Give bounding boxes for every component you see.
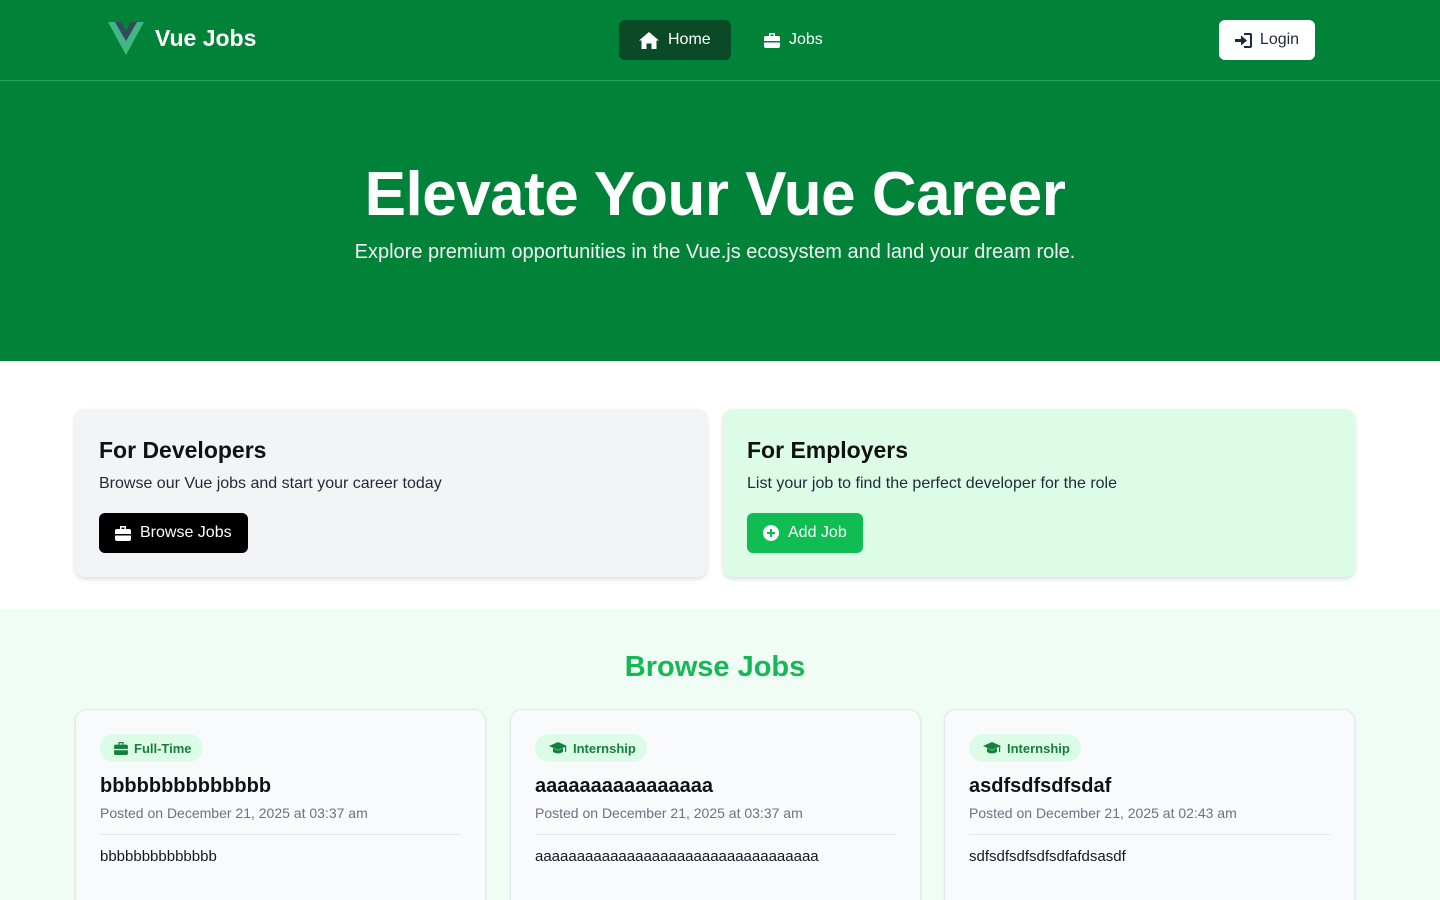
job-description: bbbbbbbbbbbbbb <box>100 848 217 865</box>
job-divider <box>100 834 461 835</box>
job-divider <box>535 834 896 835</box>
brand-name: Vue Jobs <box>155 25 257 51</box>
briefcase-icon <box>114 741 128 755</box>
employers-card: For Employers List your job to find the … <box>723 409 1355 577</box>
job-card[interactable]: Internship aaaaaaaaaaaaaaaa Posted on De… <box>510 709 921 900</box>
home-icon <box>639 31 659 49</box>
job-card[interactable]: Internship asdfsdfsdfsdaf Posted on Dece… <box>944 709 1355 900</box>
browse-jobs-title: Browse Jobs <box>624 651 806 683</box>
hero-subtitle: Explore premium opportunities in the Vue… <box>354 241 1076 263</box>
login-button[interactable]: Login <box>1219 20 1315 60</box>
job-title: asdfsdfsdfsdaf <box>969 775 1112 797</box>
job-posted-date: Posted on December 21, 2025 at 03:37 am <box>100 805 368 821</box>
briefcase-icon <box>764 32 780 48</box>
job-type-label: Internship <box>1007 740 1070 756</box>
developers-card-title: For Developers <box>99 437 267 463</box>
job-type-label: Full-Time <box>134 740 192 756</box>
job-type-label: Internship <box>573 740 636 756</box>
job-posted-date: Posted on December 21, 2025 at 03:37 am <box>535 805 803 821</box>
job-title: bbbbbbbbbbbbbb <box>100 775 272 797</box>
job-type-badge: Internship <box>535 734 647 762</box>
vue-logo-icon <box>108 22 144 55</box>
graduation-cap-icon <box>549 741 567 753</box>
job-type-badge: Full-Time <box>100 734 203 762</box>
job-posted-date: Posted on December 21, 2025 at 02:43 am <box>969 805 1237 821</box>
job-title: aaaaaaaaaaaaaaaa <box>535 775 713 797</box>
hero-section: Elevate Your Vue Career Explore premium … <box>0 81 1440 361</box>
browse-jobs-button[interactable]: Browse Jobs <box>99 513 248 553</box>
job-description: aaaaaaaaaaaaaaaaaaaaaaaaaaaaaaaaaa <box>535 848 819 865</box>
sign-in-icon <box>1234 32 1252 48</box>
plus-circle-icon <box>763 525 779 541</box>
graduation-cap-icon <box>983 741 1001 753</box>
job-type-badge: Internship <box>969 734 1081 762</box>
employers-card-title: For Employers <box>747 437 909 463</box>
hero-title: Elevate Your Vue Career <box>364 160 1066 229</box>
nav-jobs-link[interactable]: Jobs <box>744 20 844 60</box>
job-description: sdfsdfsdfsdfsdfafdsasdf <box>969 848 1126 865</box>
job-card[interactable]: Full-Time bbbbbbbbbbbbbb Posted on Decem… <box>75 709 486 900</box>
browse-jobs-section: Browse Jobs Full-Time bbbbbbbbbbbbbb Pos… <box>0 609 1440 900</box>
browse-jobs-label: Browse Jobs <box>140 524 232 541</box>
add-job-label: Add Job <box>788 524 847 541</box>
job-divider <box>969 834 1330 835</box>
add-job-button[interactable]: Add Job <box>747 513 863 553</box>
employers-card-text: List your job to find the perfect develo… <box>747 475 1117 492</box>
developers-card-text: Browse our Vue jobs and start your caree… <box>99 475 442 492</box>
nav-home-link[interactable]: Home <box>619 20 731 60</box>
briefcase-icon <box>115 525 131 541</box>
navbar: Vue Jobs Home Jobs Login <box>0 0 1440 81</box>
nav-home-label: Home <box>668 31 711 48</box>
brand-logo-link[interactable]: Vue Jobs <box>108 22 256 55</box>
login-label: Login <box>1259 31 1300 48</box>
nav-jobs-label: Jobs <box>789 31 823 48</box>
developers-card: For Developers Browse our Vue jobs and s… <box>75 409 707 577</box>
